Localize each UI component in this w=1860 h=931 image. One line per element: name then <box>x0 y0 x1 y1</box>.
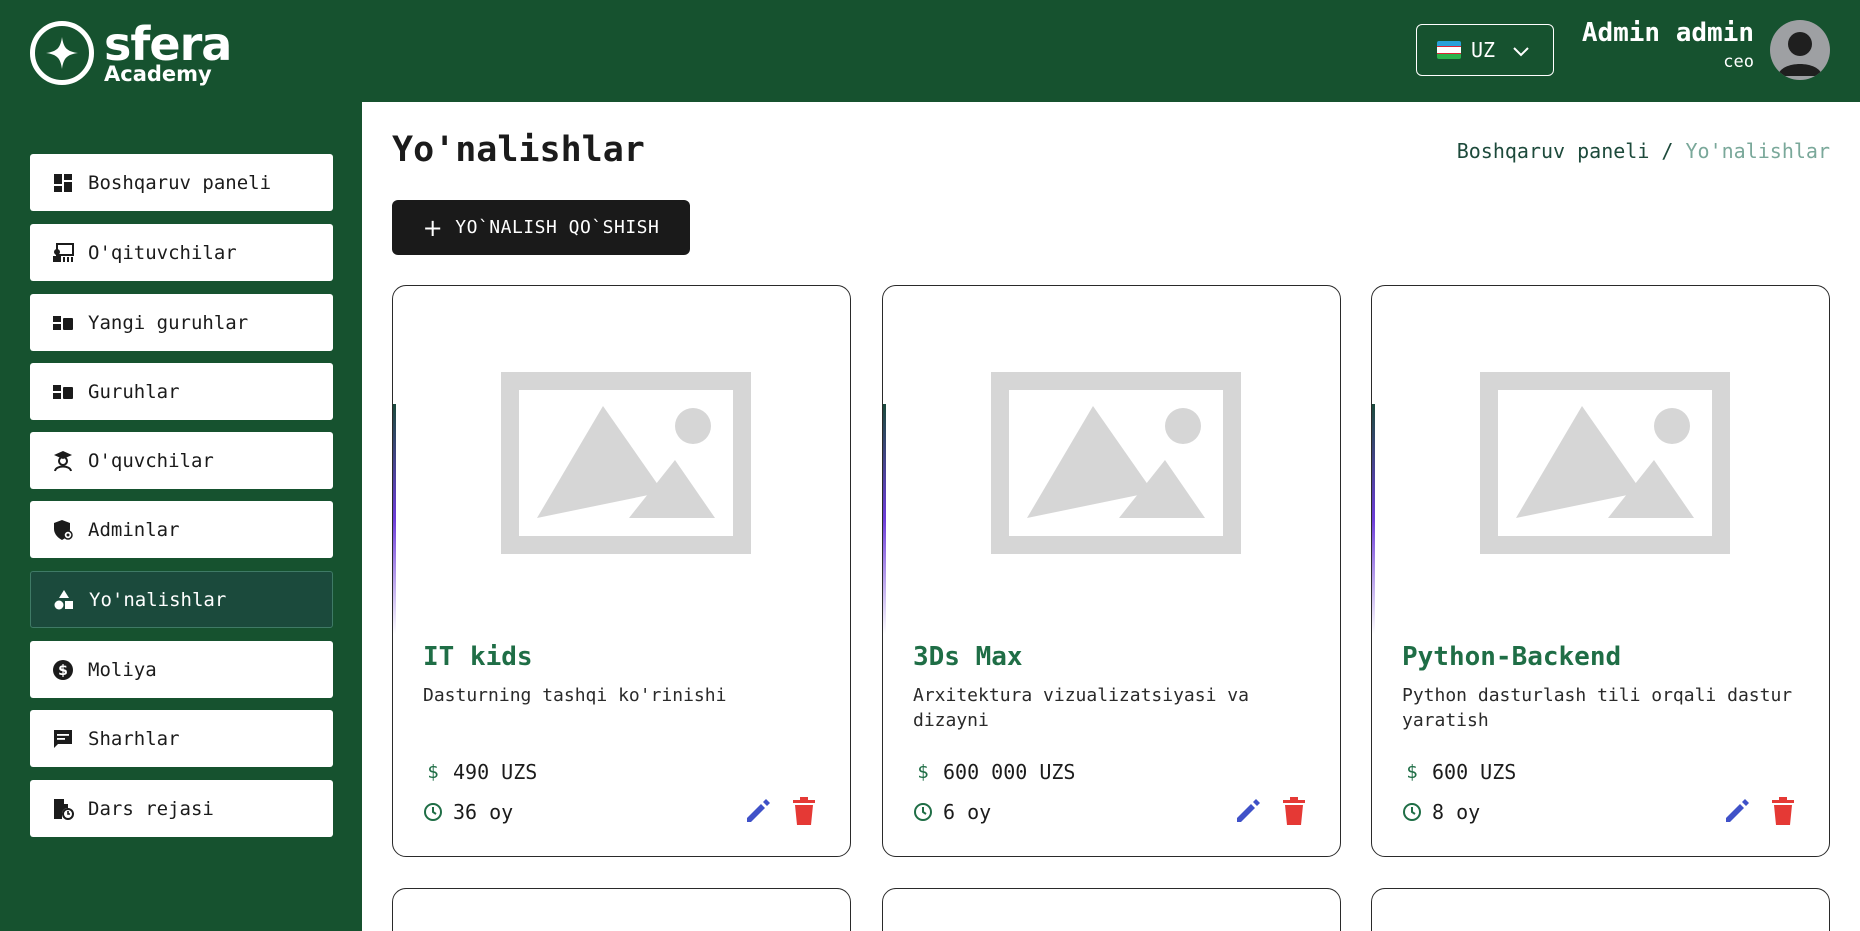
card-duration-value: 36 oy <box>453 800 514 824</box>
sidebar-item-label: O'qituvchilar <box>88 241 237 264</box>
clock-icon <box>1403 803 1421 821</box>
sidebar-item-sharhlar[interactable]: Sharhlar <box>30 710 333 767</box>
user-info: Admin admin ceo <box>1582 18 1754 72</box>
edit-pencil-icon[interactable] <box>743 796 773 826</box>
sidebar-item-oqituvchilar[interactable]: O'qituvchilar <box>30 224 333 281</box>
card-price: $ 600 UZS <box>1402 760 1516 784</box>
dashboard-icon <box>52 172 74 194</box>
card-duration-value: 8 oy <box>1432 800 1481 824</box>
delete-trash-icon[interactable] <box>1770 796 1796 826</box>
sidebar: Boshqaruv paneli O'qituvchilar Yangi gur… <box>0 102 362 931</box>
teacher-icon <box>52 242 74 264</box>
language-code: UZ <box>1471 38 1496 62</box>
dollar-icon: $ <box>427 761 439 783</box>
sidebar-item-oquvchilar[interactable]: O'quvchilar <box>30 432 333 489</box>
card-title: IT kids <box>423 642 533 672</box>
language-selector[interactable]: UZ <box>1416 24 1554 76</box>
sidebar-item-label: Yo'nalishlar <box>89 588 227 611</box>
card-price-value: 600 UZS <box>1432 760 1517 784</box>
card-description: Python dasturlash tili orqali dastur yar… <box>1402 685 1793 731</box>
card-duration-value: 6 oy <box>943 800 992 824</box>
image-placeholder-icon <box>991 372 1241 554</box>
sidebar-item-label: Sharhlar <box>88 727 180 750</box>
direction-card: IT kids Dasturning tashqi ko'rinishi $ 4… <box>392 285 851 857</box>
breadcrumb: Boshqaruv paneli / Yo'nalishlar <box>1457 139 1830 163</box>
sidebar-item-label: Yangi guruhlar <box>88 311 249 334</box>
edit-pencil-icon[interactable] <box>1722 796 1752 826</box>
new-groups-icon <box>52 312 74 334</box>
sfera-academy-logo[interactable]: sfera Academy <box>30 19 270 87</box>
card-duration: 8 oy <box>1402 800 1480 824</box>
comment-icon <box>52 728 74 750</box>
chevron-down-icon <box>1513 38 1529 62</box>
direction-card-partial <box>882 888 1341 931</box>
card-accent-line <box>393 404 396 634</box>
plus-icon: + <box>422 213 444 242</box>
card-accent-line <box>1372 404 1375 634</box>
dollar-icon: $ <box>917 761 929 783</box>
categories-icon <box>53 589 75 611</box>
card-accent-line <box>883 404 886 634</box>
add-direction-button[interactable]: + YO`NALISH QO`SHISH <box>392 200 690 255</box>
sidebar-item-boshqaruv-paneli[interactable]: Boshqaruv paneli <box>30 154 333 211</box>
direction-card-partial <box>392 888 851 931</box>
uzbekistan-flag-icon <box>1437 41 1461 59</box>
sidebar-item-yonalishlar[interactable]: Yo'nalishlar <box>30 571 333 628</box>
top-header: sfera Academy UZ Admin admin ceo <box>0 0 1860 102</box>
finance-icon: $ <box>52 659 74 681</box>
user-name: Admin admin <box>1581 18 1754 48</box>
sidebar-item-label: Moliya <box>88 658 157 681</box>
sidebar-item-guruhlar[interactable]: Guruhlar <box>30 363 333 420</box>
card-duration: 6 oy <box>913 800 991 824</box>
groups-icon <box>52 381 74 403</box>
card-price-value: 600 000 UZS <box>943 760 1076 784</box>
image-placeholder-icon <box>501 372 751 554</box>
card-price: $ 490 UZS <box>423 760 537 784</box>
sidebar-item-label: Adminlar <box>88 518 180 541</box>
svg-text:$: $ <box>58 663 68 679</box>
logo-star-icon <box>30 21 94 85</box>
sidebar-item-moliya[interactable]: $ Moliya <box>30 641 333 698</box>
dollar-icon: $ <box>1406 761 1418 783</box>
delete-trash-icon[interactable] <box>791 796 817 826</box>
card-description: Dasturning tashqi ko'rinishi <box>423 685 727 706</box>
sidebar-item-label: Guruhlar <box>88 380 180 403</box>
breadcrumb-separator: / <box>1661 139 1674 163</box>
logo-wordmark: sfera <box>104 17 232 71</box>
breadcrumb-current: Yo'nalishlar <box>1685 139 1831 163</box>
student-icon <box>52 450 74 472</box>
user-role: ceo <box>1723 52 1754 72</box>
sidebar-item-label: Boshqaruv paneli <box>88 171 272 194</box>
card-title: 3Ds Max <box>913 642 1023 672</box>
direction-card-partial <box>1371 888 1830 931</box>
breadcrumb-home-link[interactable]: Boshqaruv paneli <box>1457 139 1650 163</box>
card-title: Python-Backend <box>1402 642 1622 672</box>
card-price: $ 600 000 UZS <box>913 760 1075 784</box>
sidebar-item-dars-rejasi[interactable]: Dars rejasi <box>30 780 333 837</box>
sidebar-item-yangi-guruhlar[interactable]: Yangi guruhlar <box>30 294 333 351</box>
clock-icon <box>914 803 932 821</box>
clock-icon <box>424 803 442 821</box>
avatar[interactable] <box>1770 20 1830 80</box>
sidebar-item-label: O'quvchilar <box>88 449 214 472</box>
card-price-value: 490 UZS <box>453 760 538 784</box>
sidebar-item-adminlar[interactable]: Adminlar <box>30 501 333 558</box>
direction-card: Python-Backend Python dasturlash tili or… <box>1371 285 1830 857</box>
add-direction-button-label: YO`NALISH QO`SHISH <box>455 217 660 238</box>
card-description: Arxitektura vizualizatsiyasi va dizayni <box>913 685 1249 731</box>
direction-card: 3Ds Max Arxitektura vizualizatsiyasi va … <box>882 285 1341 857</box>
lesson-plan-icon <box>52 798 74 820</box>
page-title: Yo'nalishlar <box>392 130 645 170</box>
admin-shield-icon <box>52 519 74 541</box>
image-placeholder-icon <box>1480 372 1730 554</box>
card-duration: 36 oy <box>423 800 513 824</box>
sidebar-item-label: Dars rejasi <box>88 797 214 820</box>
delete-trash-icon[interactable] <box>1281 796 1307 826</box>
edit-pencil-icon[interactable] <box>1233 796 1263 826</box>
